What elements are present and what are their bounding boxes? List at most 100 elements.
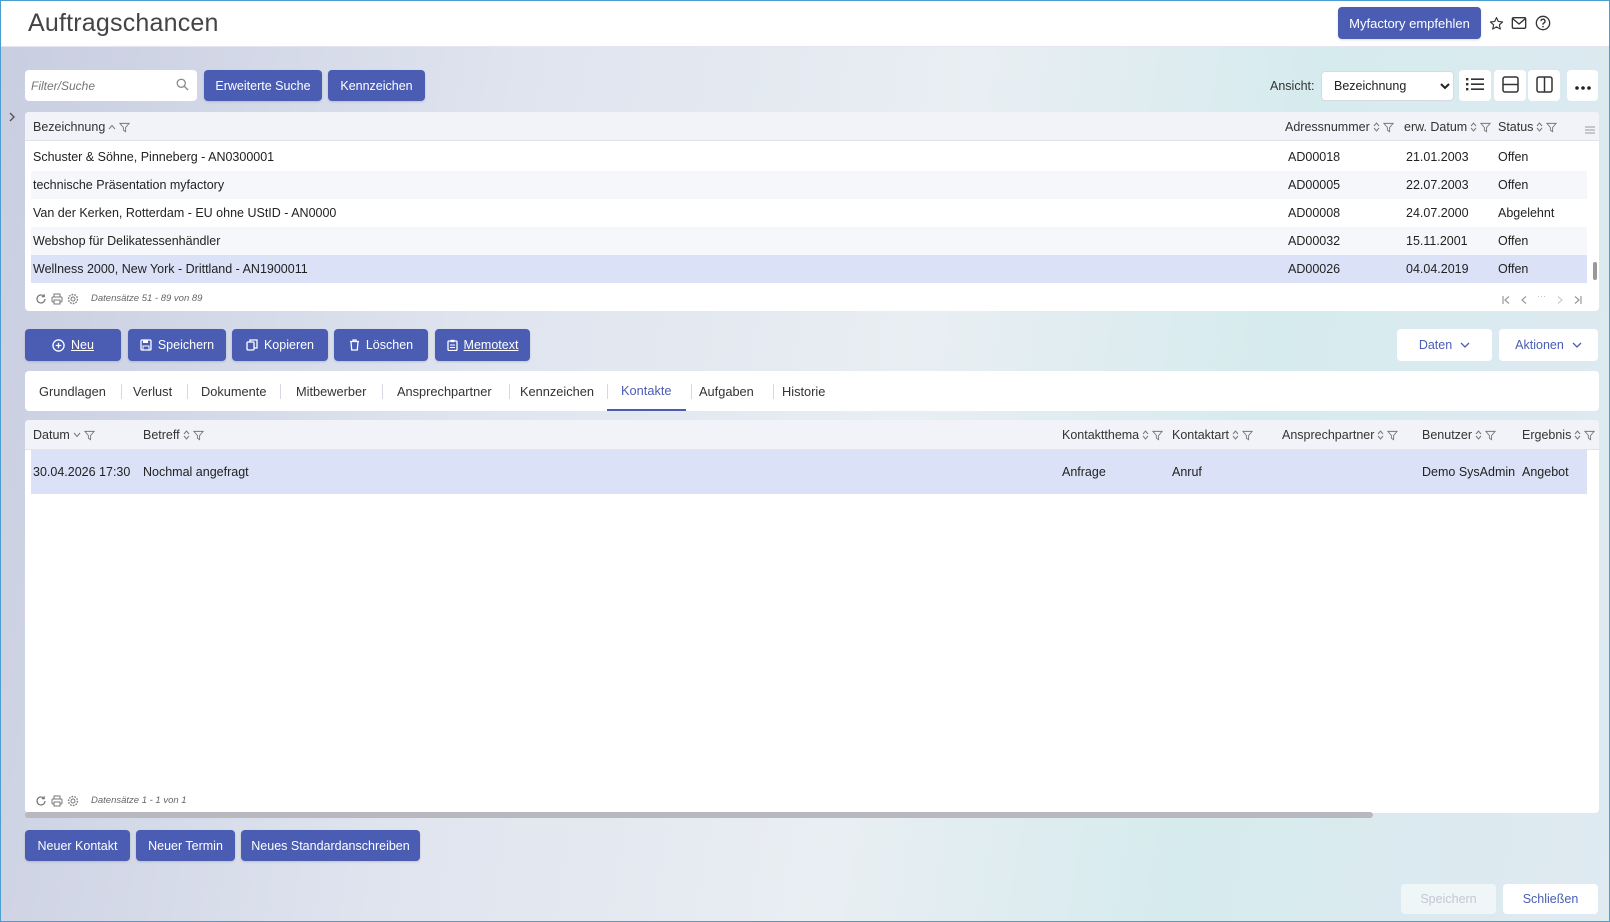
sort-icon — [1142, 430, 1149, 440]
save-button-disabled[interactable]: Speichern — [1401, 884, 1496, 914]
filter-icon — [1485, 430, 1497, 440]
copy-button[interactable]: Kopieren — [232, 329, 328, 361]
tags-button[interactable]: Kennzeichen — [328, 70, 425, 101]
column-header-kontaktthema[interactable]: Kontaktthema — [1062, 428, 1164, 442]
column-header-benutzer[interactable]: Benutzer — [1422, 428, 1497, 442]
table-row[interactable]: Webshop für Delikatessenhändler AD00032 … — [31, 227, 1587, 255]
grid-scrollbar-thumb[interactable] — [1593, 262, 1597, 280]
column-header-betreff[interactable]: Betreff — [143, 428, 204, 442]
filter-icon — [1480, 122, 1492, 132]
star-icon[interactable] — [1487, 14, 1505, 32]
gear-icon[interactable] — [67, 795, 79, 810]
contacts-grid-footer: Datensätze 1 - 1 von 1 — [25, 789, 1599, 813]
split-horizontal-button[interactable] — [1494, 70, 1526, 101]
first-page-icon[interactable] — [1501, 293, 1511, 308]
filter-icon — [1584, 430, 1596, 440]
contacts-footer-text: Datensätze 1 - 1 von 1 — [91, 795, 187, 806]
plus-circle-icon — [52, 338, 65, 352]
view-label: Ansicht: — [1270, 79, 1315, 93]
actions-dropdown-button[interactable]: Aktionen — [1499, 329, 1598, 361]
column-header-status[interactable]: Status — [1498, 120, 1558, 134]
tab-verlust[interactable]: Verlust — [133, 371, 172, 411]
filter-icon — [83, 430, 95, 440]
data-dropdown-button[interactable]: Daten — [1397, 329, 1492, 361]
grid-header: Bezeichnung Adressnummer erw. Datum Stat… — [25, 112, 1599, 141]
new-button[interactable]: Neu — [25, 329, 121, 361]
list-view-button[interactable] — [1459, 70, 1491, 101]
column-header-adressnummer[interactable]: Adressnummer — [1285, 120, 1394, 134]
search-input[interactable] — [31, 76, 166, 95]
tab-divider — [509, 384, 510, 399]
delete-button[interactable]: Löschen — [334, 329, 428, 361]
table-row[interactable]: Schuster & Söhne, Pinneberg - AN0300001 … — [31, 143, 1587, 171]
sort-icon — [1475, 430, 1482, 440]
more-options-button[interactable] — [1567, 70, 1598, 101]
help-icon[interactable] — [1534, 14, 1552, 32]
new-appointment-button[interactable]: Neuer Termin — [136, 830, 235, 861]
split-vertical-button[interactable] — [1528, 70, 1560, 101]
column-header-datum[interactable]: Datum — [33, 428, 95, 442]
filter-icon — [1152, 430, 1164, 440]
new-letter-button[interactable]: Neues Standardanschreiben — [241, 830, 420, 861]
tab-divider — [187, 384, 188, 399]
list-icon — [1466, 76, 1484, 95]
horizontal-scrollbar-thumb[interactable] — [25, 812, 1373, 818]
close-button[interactable]: Schließen — [1503, 884, 1598, 914]
next-page-icon[interactable] — [1555, 293, 1565, 308]
contact-row-selected[interactable]: 30.04.2026 17:30 Nochmal angefragt Anfra… — [31, 450, 1587, 494]
refresh-icon[interactable] — [35, 795, 47, 810]
column-header-ergebnis[interactable]: Ergebnis — [1522, 428, 1596, 442]
save-icon — [140, 339, 152, 351]
tab-aufgaben[interactable]: Aufgaben — [699, 371, 754, 411]
split-vertical-icon — [1535, 75, 1553, 96]
refresh-icon[interactable] — [35, 293, 47, 308]
memo-button[interactable]: Memotext — [435, 329, 530, 361]
save-record-button[interactable]: Speichern — [128, 329, 226, 361]
tab-mitbewerber[interactable]: Mitbewerber — [296, 371, 366, 411]
mail-icon[interactable] — [1510, 14, 1528, 32]
filter-icon — [1382, 122, 1394, 132]
filter-icon — [1546, 122, 1558, 132]
recommend-button[interactable]: Myfactory empfehlen — [1338, 7, 1481, 39]
sidebar-expand-icon[interactable] — [8, 111, 16, 126]
last-page-icon[interactable] — [1573, 293, 1583, 308]
search-icon[interactable] — [175, 77, 190, 95]
table-row[interactable]: Van der Kerken, Rotterdam - EU ohne UStI… — [31, 199, 1587, 227]
tab-grundlagen[interactable]: Grundlagen — [39, 371, 106, 411]
more-dots-icon — [1574, 78, 1591, 93]
grid-footer-text: Datensätze 51 - 89 von 89 — [91, 293, 203, 304]
search-box — [25, 70, 197, 101]
page-ellipsis: ··· — [1537, 291, 1546, 301]
tab-ansprechpartner[interactable]: Ansprechpartner — [397, 371, 492, 411]
column-header-kontaktart[interactable]: Kontaktart — [1172, 428, 1253, 442]
print-icon[interactable] — [51, 795, 63, 810]
advanced-search-button[interactable]: Erweiterte Suche — [204, 70, 322, 101]
tab-kennzeichen[interactable]: Kennzeichen — [520, 371, 594, 411]
sort-icon — [1378, 430, 1384, 440]
prev-page-icon[interactable] — [1519, 293, 1529, 308]
column-header-datum[interactable]: erw. Datum — [1404, 120, 1492, 134]
column-menu-icon[interactable] — [1585, 122, 1595, 137]
table-row-selected[interactable]: Wellness 2000, New York - Drittland - AN… — [31, 255, 1587, 283]
print-icon[interactable] — [51, 293, 63, 308]
column-header-ansprechpartner[interactable]: Ansprechpartner — [1282, 428, 1399, 442]
clipboard-icon — [446, 339, 458, 351]
sort-icon — [1470, 122, 1477, 132]
table-row[interactable]: technische Präsentation myfactory AD0000… — [31, 171, 1587, 199]
view-select[interactable]: Bezeichnung — [1321, 71, 1454, 101]
contacts-grid: Datum Betreff Kontaktthema Kontaktart An — [25, 420, 1599, 813]
page-title: Auftragschancen — [28, 9, 219, 37]
gear-icon[interactable] — [67, 293, 79, 308]
column-header-bezeichnung[interactable]: Bezeichnung — [33, 120, 131, 134]
sort-icon — [1537, 122, 1543, 132]
tab-historie[interactable]: Historie — [782, 371, 825, 411]
grid-footer: Datensätze 51 - 89 von 89 ··· — [25, 287, 1599, 311]
new-contact-button[interactable]: Neuer Kontakt — [25, 830, 130, 861]
title-bar: Auftragschancen Myfactory empfehlen — [1, 1, 1609, 47]
copy-icon — [246, 339, 258, 351]
tab-dokumente[interactable]: Dokumente — [201, 371, 266, 411]
tab-divider — [691, 384, 692, 399]
tab-kontakte[interactable]: Kontakte — [607, 371, 686, 411]
contacts-grid-header: Datum Betreff Kontaktthema Kontaktart An — [25, 420, 1599, 450]
app-window: Auftragschancen Myfactory empfehlen Erwe… — [0, 0, 1610, 922]
